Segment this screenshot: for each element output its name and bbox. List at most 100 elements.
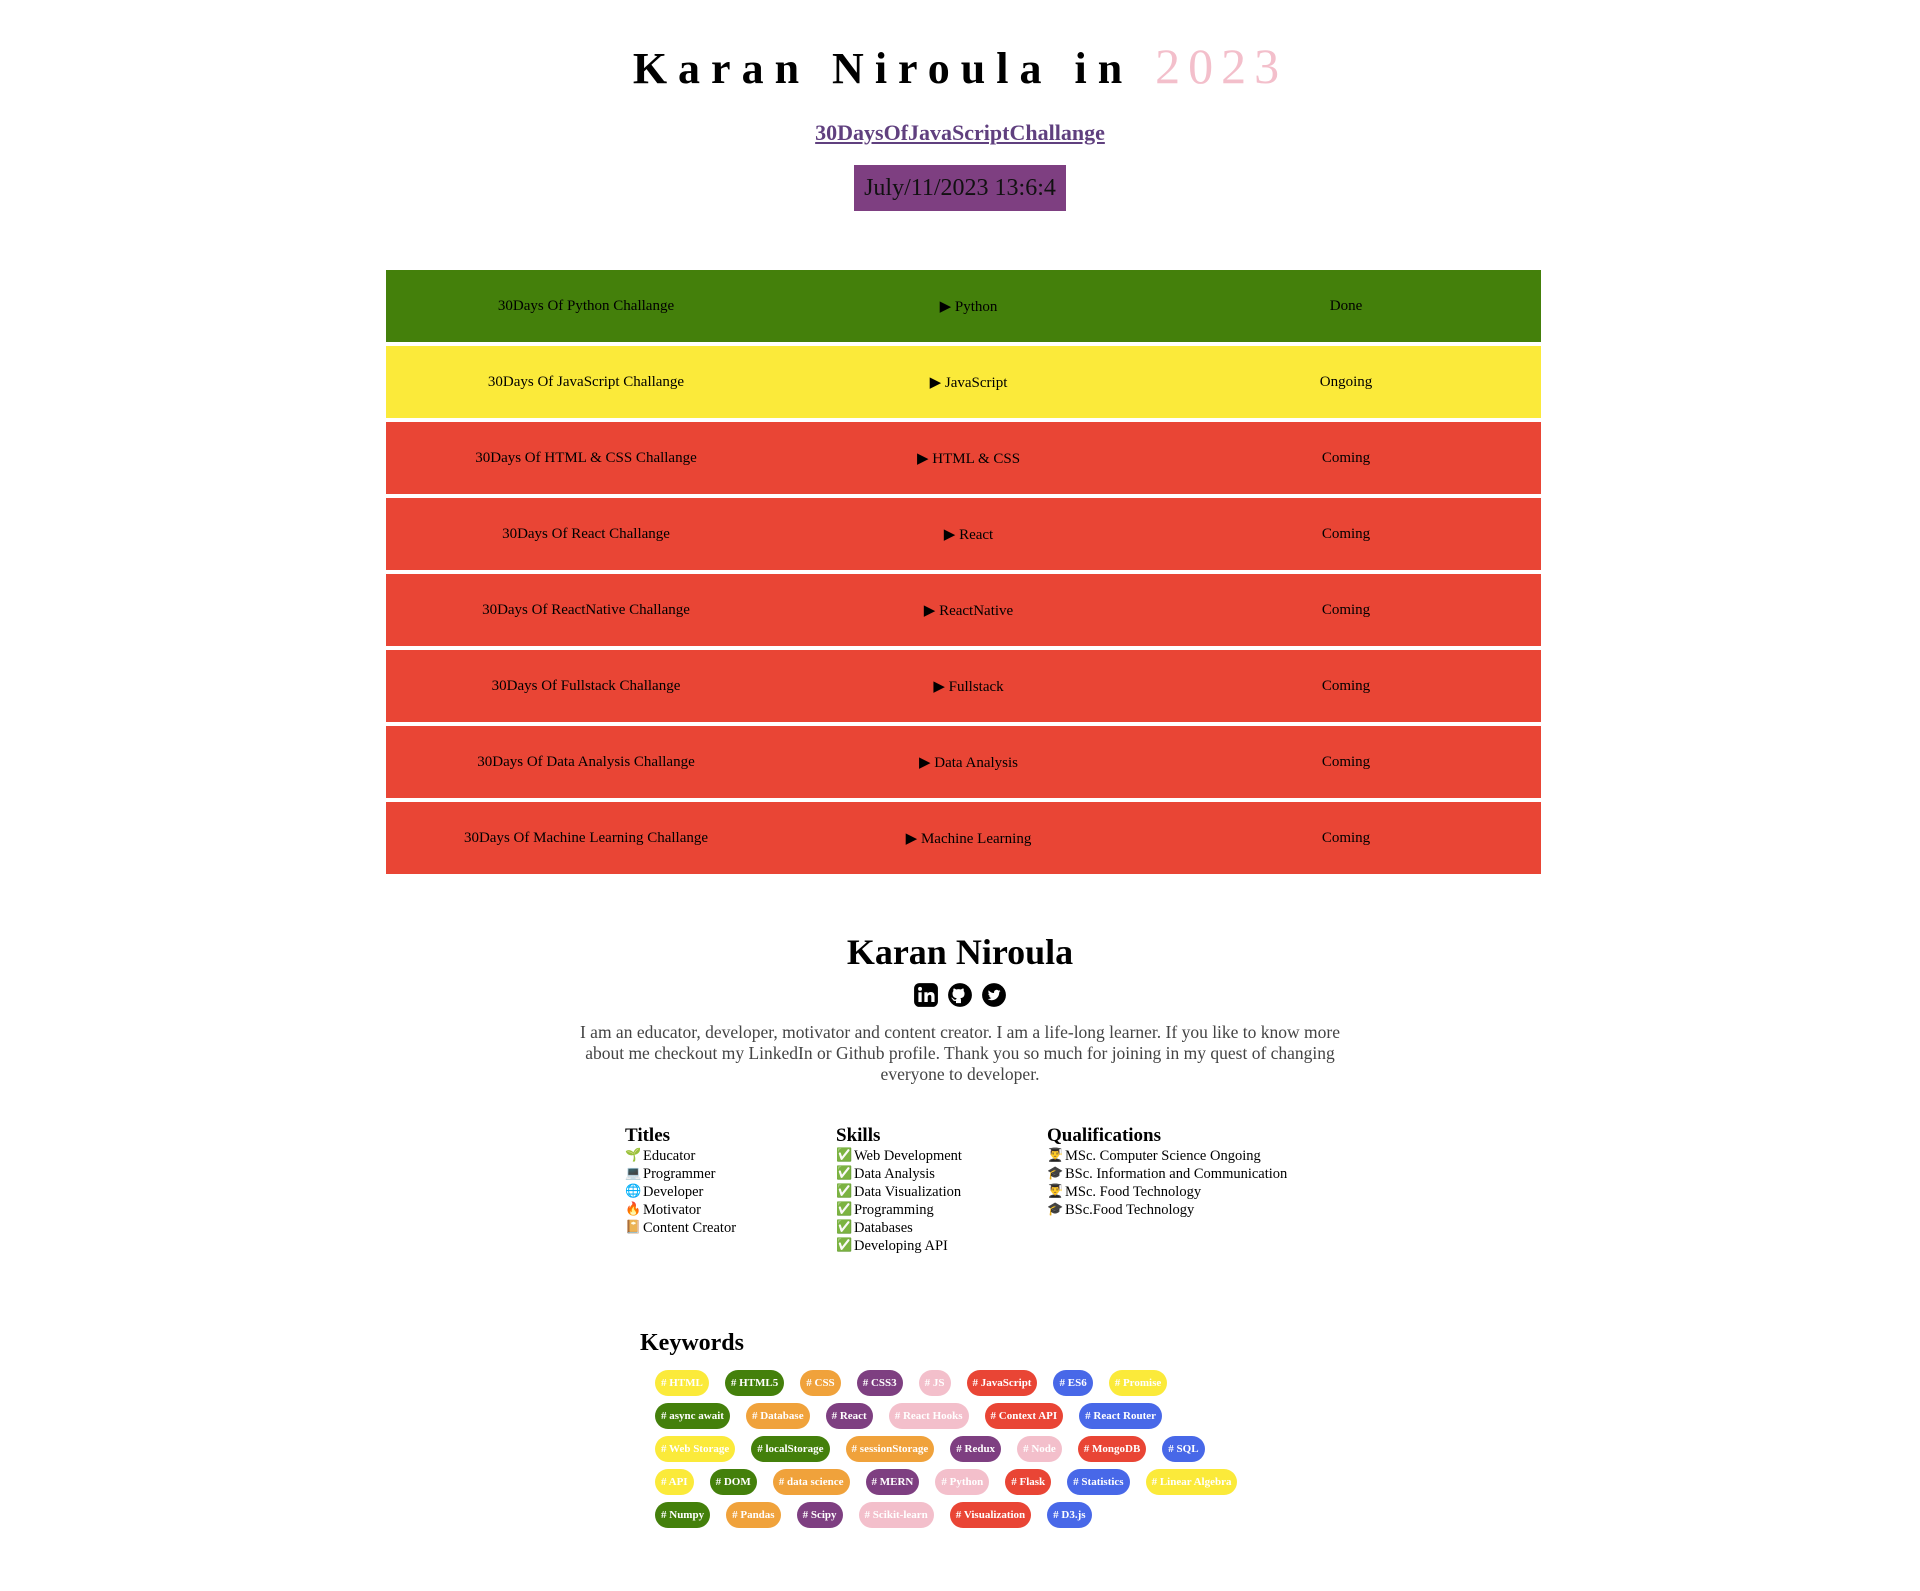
keyword-tag[interactable]: # Scipy	[796, 1502, 843, 1528]
skills-item-label: Programming	[854, 1202, 934, 1218]
titles-item: 🔥 Motivator	[625, 1201, 836, 1219]
skills-item-label: Developing API	[854, 1238, 948, 1254]
keyword-tag[interactable]: # CSS3	[856, 1370, 903, 1396]
qualifications-item-label: BSc. Information and Communication	[1065, 1166, 1288, 1182]
skills-item: ✅ Web Development	[836, 1147, 1047, 1165]
challenge-topic[interactable]: ▶ ReactNative	[786, 601, 1151, 620]
keyword-tag[interactable]: # ES6	[1053, 1370, 1093, 1396]
titles-column: Titles 🌱 Educator 💻 Programmer 🌐 Developer 🔥 Mo…	[625, 1125, 836, 1255]
keyword-tag[interactable]: # React Router	[1079, 1403, 1163, 1429]
topic-label: Data Analysis	[934, 754, 1019, 771]
keyword-tag[interactable]: # MERN	[865, 1469, 920, 1495]
qualifications-item-icon: 🎓	[1047, 1166, 1064, 1181]
skills-item-icon: ✅	[836, 1238, 853, 1253]
qualifications-item-label: MSc. Food Technology	[1065, 1184, 1202, 1200]
challenge-status: Coming	[1321, 449, 1371, 466]
qualifications-heading: Qualifications	[1047, 1125, 1162, 1146]
challenge-row: 30Days Of ReactNative Challange ▶ ReactNa…	[386, 574, 1541, 646]
keyword-tag[interactable]: # Database	[745, 1403, 810, 1429]
keyword-tag[interactable]: # DOM	[709, 1469, 757, 1495]
topic-marker-icon: ▶	[918, 754, 931, 771]
linkedin-icon[interactable]	[913, 982, 939, 1008]
challenge-name: 30Days Of JavaScript Challange	[487, 373, 685, 390]
keyword-tag[interactable]: # Scikit-learn	[858, 1502, 934, 1528]
keyword-row: # async await # Database # React # React Ho…	[655, 1403, 1280, 1429]
keyword-tag[interactable]: # React	[825, 1403, 873, 1429]
keyword-tag[interactable]: # Redux	[950, 1436, 1002, 1462]
topic-marker-icon: ▶	[905, 830, 918, 847]
keyword-tag[interactable]: # D3.js	[1047, 1502, 1092, 1528]
titles-item-label: Programmer	[643, 1166, 716, 1182]
keyword-tag[interactable]: # API	[655, 1469, 694, 1495]
titles-heading: Titles	[625, 1125, 671, 1146]
skills-item: ✅ Data Visualization	[836, 1183, 1047, 1201]
titles-item-icon: 💻	[625, 1166, 642, 1181]
profile-name: Karan Niroula	[846, 932, 1074, 972]
challenge-topic[interactable]: ▶ React	[786, 525, 1151, 544]
keyword-tag[interactable]: # Linear Algebra	[1145, 1469, 1238, 1495]
challenge-topic[interactable]: ▶ Machine Learning	[786, 829, 1151, 848]
challenge-row: 30Days Of Fullstack Challange ▶ Fullstack…	[386, 650, 1541, 722]
challenge-status: Ongoing	[1319, 373, 1373, 390]
titles-item-icon: 🌱	[625, 1148, 642, 1163]
challenge-status: Coming	[1321, 525, 1371, 542]
profile-section: Karan Niroula I am an educator, develope…	[0, 928, 1920, 1085]
skills-item-icon: ✅	[836, 1220, 853, 1235]
qualifications-item: 👨‍🎓 MSc. Food Technology	[1047, 1183, 1347, 1201]
challenge-row: 30Days Of React Challange ▶ React Coming	[386, 498, 1541, 570]
keyword-row: # API # DOM # data science # MERN # Python # …	[655, 1469, 1280, 1495]
keyword-tag[interactable]: # Context API	[984, 1403, 1064, 1429]
keyword-tag[interactable]: # Pandas	[726, 1502, 781, 1528]
keyword-tag[interactable]: # MongoDB	[1077, 1436, 1147, 1462]
qualifications-item: 👨‍🎓 MSc. Computer Science Ongoing	[1047, 1147, 1347, 1165]
title-year: 2023	[1155, 38, 1288, 94]
keyword-tag[interactable]: # React Hooks	[888, 1403, 969, 1429]
skills-column: Skills ✅ Web Development ✅ Data Analysis ✅ Da…	[836, 1125, 1047, 1255]
keyword-tag[interactable]: # async await	[655, 1403, 730, 1429]
titles-item-label: Educator	[643, 1148, 696, 1164]
page-header: Karan Niroula in 2023 30DaysOfJavaScript…	[0, 38, 1920, 211]
skills-heading: Skills	[836, 1125, 881, 1146]
info-columns: Titles 🌱 Educator 💻 Programmer 🌐 Developer 🔥 Mo…	[625, 1125, 1347, 1255]
github-icon[interactable]	[947, 982, 973, 1008]
challenge-topic[interactable]: ▶ Fullstack	[786, 677, 1151, 696]
topic-label: HTML & CSS	[932, 450, 1021, 467]
challenge-link[interactable]: 30DaysOfJavaScriptChallange	[815, 119, 1105, 147]
challenge-name: 30Days Of Data Analysis Challange	[477, 753, 695, 770]
challenge-status: Coming	[1321, 601, 1371, 618]
titles-item-label: Motivator	[643, 1202, 701, 1218]
keyword-tag[interactable]: # HTML	[655, 1370, 709, 1396]
keyword-tag[interactable]: # Node	[1017, 1436, 1062, 1462]
profile-bio: I am an educator, developer, motivator a…	[579, 1022, 1341, 1084]
challenge-topic[interactable]: ▶ Data Analysis	[786, 753, 1151, 772]
challenge-topic[interactable]: ▶ JavaScript	[786, 373, 1151, 392]
keyword-tag[interactable]: # JavaScript	[966, 1370, 1038, 1396]
keyword-tag[interactable]: # Web Storage	[655, 1436, 736, 1462]
skills-item-icon: ✅	[836, 1148, 853, 1163]
keyword-tag[interactable]: # Flask	[1005, 1469, 1052, 1495]
challenge-topic[interactable]: ▶ Python	[786, 297, 1151, 316]
qualifications-item-icon: 🎓	[1047, 1202, 1064, 1217]
skills-item-label: Data Analysis	[854, 1166, 935, 1182]
keyword-tag[interactable]: # data science	[772, 1469, 850, 1495]
challenge-status: Done	[1329, 297, 1363, 314]
twitter-icon[interactable]	[981, 982, 1007, 1008]
keyword-tag[interactable]: # localStorage	[751, 1436, 830, 1462]
keyword-tag[interactable]: # Promise	[1108, 1370, 1168, 1396]
challenge-name: 30Days Of React Challange	[502, 525, 670, 542]
keyword-tag[interactable]: # Python	[935, 1469, 990, 1495]
keyword-tag[interactable]: # JS	[918, 1370, 951, 1396]
qualifications-column: Qualifications 👨‍🎓 MSc. Computer Science …	[1047, 1125, 1347, 1255]
keyword-row: # Web Storage # localStorage # sessionStor…	[655, 1436, 1280, 1462]
page-title: Karan Niroula in 2023	[0, 38, 1920, 97]
challenge-topic[interactable]: ▶ HTML & CSS	[786, 449, 1151, 468]
topic-marker-icon: ▶	[929, 374, 942, 391]
keyword-tag[interactable]: # HTML5	[724, 1370, 785, 1396]
keyword-tag[interactable]: # CSS	[800, 1370, 841, 1396]
keyword-tag[interactable]: # Statistics	[1067, 1469, 1130, 1495]
keyword-tag[interactable]: # Visualization	[949, 1502, 1032, 1528]
keyword-tag[interactable]: # SQL	[1162, 1436, 1205, 1462]
keyword-tag[interactable]: # Numpy	[655, 1502, 711, 1528]
topic-label: React	[959, 526, 994, 543]
keyword-tag[interactable]: # sessionStorage	[845, 1436, 935, 1462]
